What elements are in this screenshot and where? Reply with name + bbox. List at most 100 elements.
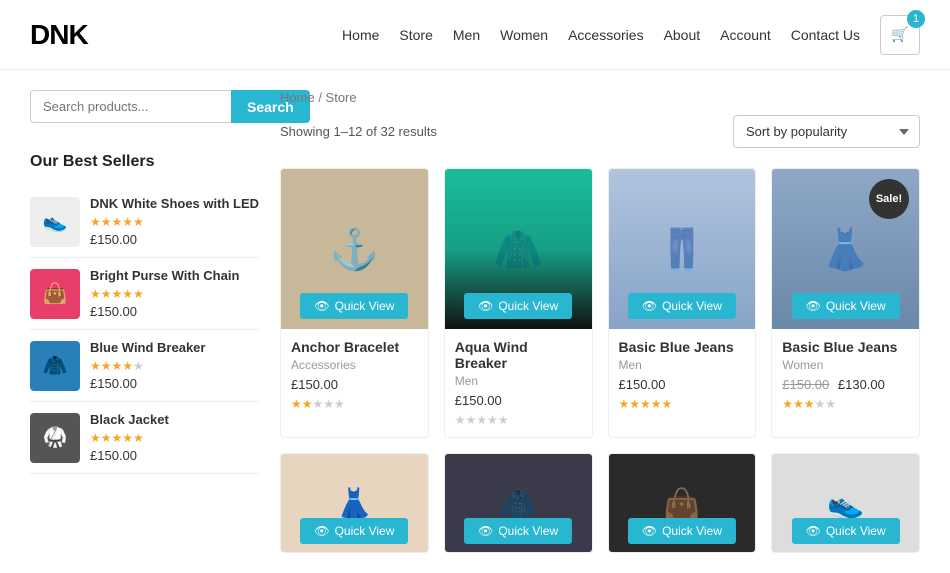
seller-price: £150.00 <box>90 376 260 391</box>
seller-stars: ★★★★★ <box>90 431 260 445</box>
product-image-wrap: 🧥 👁 Quick View <box>445 454 592 553</box>
seller-info: DNK White Shoes with LED ★★★★★ £150.00 <box>90 196 260 247</box>
search-area: Search <box>30 90 260 123</box>
cart-badge: 1 <box>907 10 925 28</box>
seller-item: 🧥 Blue Wind Breaker ★★★★★ £150.00 <box>30 330 260 402</box>
seller-name: DNK White Shoes with LED <box>90 196 260 211</box>
seller-name: Bright Purse With Chain <box>90 268 260 283</box>
nav-account[interactable]: Account <box>720 27 771 43</box>
eye-icon: 👁 <box>314 299 329 313</box>
cart-button[interactable]: 🛒 1 <box>880 15 920 55</box>
quick-view-label: Quick View <box>826 299 886 313</box>
quick-view-label: Quick View <box>662 299 722 313</box>
main-layout: Search Our Best Sellers 👟 DNK White Shoe… <box>0 70 950 573</box>
quick-view-button[interactable]: 👁 Quick View <box>628 518 736 544</box>
product-stars: ★★★★★ <box>782 397 909 411</box>
product-card: 👟 👁 Quick View <box>771 453 920 553</box>
product-card: ⚓ 👁 Quick View Anchor Bracelet Accessori… <box>280 168 429 438</box>
seller-item: 👜 Bright Purse With Chain ★★★★★ £150.00 <box>30 258 260 330</box>
product-category: Accessories <box>291 358 418 372</box>
nav-about[interactable]: About <box>664 27 701 43</box>
product-stars: ★★★★★ <box>619 397 746 411</box>
quick-view-button[interactable]: 👁 Quick View <box>792 293 900 319</box>
product-card: 👗 👁 Quick View <box>280 453 429 553</box>
content-area: Home / Store Showing 1–12 of 32 results … <box>280 90 920 553</box>
seller-stars: ★★★★★ <box>90 287 260 301</box>
seller-stars: ★★★★★ <box>90 215 260 229</box>
nav-men[interactable]: Men <box>453 27 480 43</box>
quick-view-label: Quick View <box>498 299 558 313</box>
product-info: Aqua Wind Breaker Men £150.00 ★★★★★ <box>445 329 592 437</box>
seller-price: £150.00 <box>90 448 260 463</box>
product-card: Sale! 👗 👁 Quick View Basic Blue Jeans Wo… <box>771 168 920 438</box>
product-image-wrap: 🧥 👁 Quick View <box>445 169 592 329</box>
search-input[interactable] <box>30 90 231 123</box>
logo: DNK <box>30 19 88 51</box>
nav-home[interactable]: Home <box>342 27 379 43</box>
product-price: £150.00 <box>291 377 418 392</box>
product-name: Basic Blue Jeans <box>619 339 746 355</box>
product-price: £150.00 £130.00 <box>782 377 909 392</box>
breadcrumb-home[interactable]: Home <box>280 90 315 105</box>
product-card: 🧥 👁 Quick View <box>444 453 593 553</box>
seller-thumb: 🧥 <box>30 341 80 391</box>
seller-image: 🥋 <box>30 413 80 463</box>
nav-women[interactable]: Women <box>500 27 548 43</box>
product-card: 👜 👁 Quick View <box>608 453 757 553</box>
product-card: 👖 👁 Quick View Basic Blue Jeans Men £150… <box>608 168 757 438</box>
header: DNK Home Store Men Women Accessories Abo… <box>0 0 950 70</box>
cart-icon: 🛒 <box>891 26 908 43</box>
product-image-wrap: ⚓ 👁 Quick View <box>281 169 428 329</box>
quick-view-button[interactable]: 👁 Quick View <box>464 293 572 319</box>
seller-info: Bright Purse With Chain ★★★★★ £150.00 <box>90 268 260 319</box>
nav-store[interactable]: Store <box>399 27 432 43</box>
product-image-wrap: 👜 👁 Quick View <box>609 454 756 553</box>
breadcrumb-current: Store <box>326 90 357 105</box>
product-info: Basic Blue Jeans Women £150.00 £130.00 ★… <box>772 329 919 421</box>
seller-name: Black Jacket <box>90 412 260 427</box>
product-category: Women <box>782 358 909 372</box>
seller-price: £150.00 <box>90 232 260 247</box>
product-image-wrap: 👖 👁 Quick View <box>609 169 756 329</box>
product-price: £150.00 <box>455 393 582 408</box>
quick-view-label: Quick View <box>335 524 395 538</box>
sidebar: Search Our Best Sellers 👟 DNK White Shoe… <box>30 90 260 553</box>
product-price: £150.00 <box>619 377 746 392</box>
nav-accessories[interactable]: Accessories <box>568 27 643 43</box>
quick-view-button[interactable]: 👁 Quick View <box>792 518 900 544</box>
product-image-wrap: Sale! 👗 👁 Quick View <box>772 169 919 329</box>
eye-icon: 👁 <box>642 299 657 313</box>
product-category: Men <box>455 374 582 388</box>
product-new-price: £130.00 <box>838 377 885 392</box>
eye-icon: 👁 <box>642 524 657 538</box>
product-name: Basic Blue Jeans <box>782 339 909 355</box>
product-stars: ★★★★★ <box>291 397 418 411</box>
seller-item: 👟 DNK White Shoes with LED ★★★★★ £150.00 <box>30 186 260 258</box>
quick-view-button[interactable]: 👁 Quick View <box>300 293 408 319</box>
quick-view-button[interactable]: 👁 Quick View <box>628 293 736 319</box>
best-sellers-title: Our Best Sellers <box>30 153 260 171</box>
breadcrumb: Home / Store <box>280 90 920 105</box>
product-category: Men <box>619 358 746 372</box>
quick-view-label: Quick View <box>662 524 722 538</box>
product-grid: ⚓ 👁 Quick View Anchor Bracelet Accessori… <box>280 168 920 553</box>
product-image-wrap: 👗 👁 Quick View <box>281 454 428 553</box>
product-image-wrap: 👟 👁 Quick View <box>772 454 919 553</box>
product-name: Aqua Wind Breaker <box>455 339 582 371</box>
nav-contact[interactable]: Contact Us <box>791 27 860 43</box>
quick-view-button[interactable]: 👁 Quick View <box>464 518 572 544</box>
seller-name: Blue Wind Breaker <box>90 340 260 355</box>
quick-view-label: Quick View <box>826 524 886 538</box>
breadcrumb-separator: / <box>318 90 325 105</box>
product-info: Anchor Bracelet Accessories £150.00 ★★★★… <box>281 329 428 421</box>
seller-info: Black Jacket ★★★★★ £150.00 <box>90 412 260 463</box>
seller-thumb: 🥋 <box>30 413 80 463</box>
product-stars: ★★★★★ <box>455 413 582 427</box>
quick-view-button[interactable]: 👁 Quick View <box>300 518 408 544</box>
sort-select[interactable]: Sort by popularity Sort by latest Sort b… <box>733 115 920 148</box>
product-name: Anchor Bracelet <box>291 339 418 355</box>
seller-image: 👟 <box>30 197 80 247</box>
eye-icon: 👁 <box>806 299 821 313</box>
product-card: 🧥 👁 Quick View Aqua Wind Breaker Men £15… <box>444 168 593 438</box>
quick-view-label: Quick View <box>498 524 558 538</box>
